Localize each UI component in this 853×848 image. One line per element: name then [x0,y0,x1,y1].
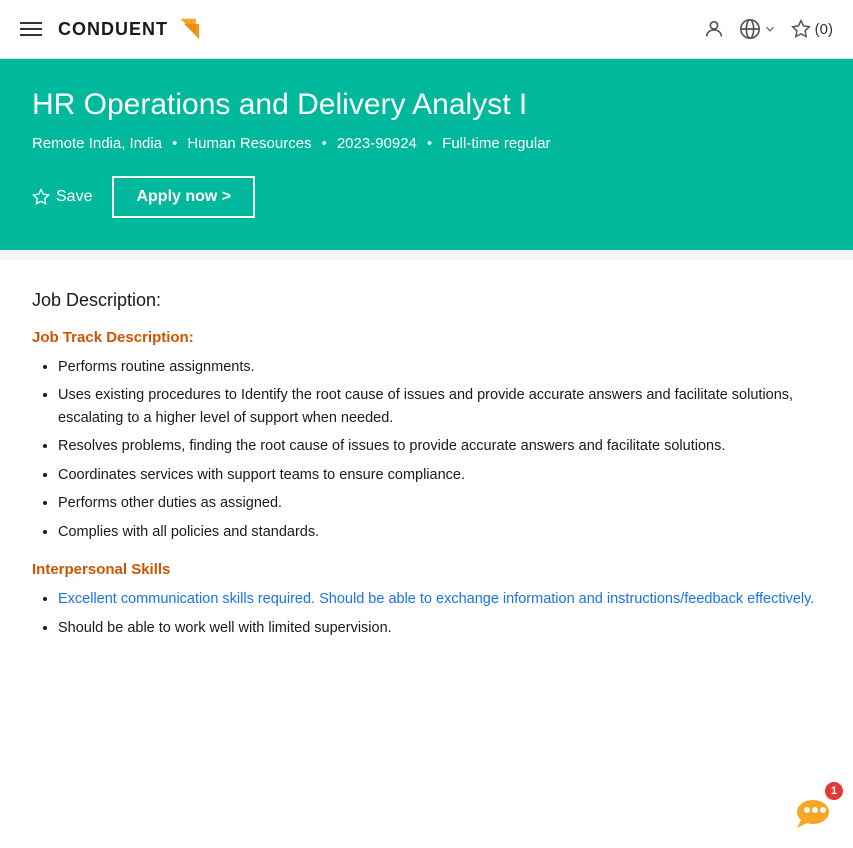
hero-banner: HR Operations and Delivery Analyst I Rem… [0,59,853,250]
notification-badge[interactable]: 1 [787,782,843,838]
logo-icon [172,12,206,46]
job-track-list: Performs routine assignments. Uses exist… [32,356,821,543]
hero-actions: Save Apply now > [32,176,821,218]
list-item: Coordinates services with support teams … [58,464,821,486]
apply-button[interactable]: Apply now > [112,176,255,218]
meta-dot-3: • [427,135,432,152]
list-item: Performs other duties as assigned. [58,492,821,514]
job-track-heading: Job Track Description: [32,329,821,346]
job-type: Full-time regular [442,135,550,152]
job-title: HR Operations and Delivery Analyst I [32,87,821,123]
job-content: Job Description: Job Track Description: … [0,260,853,687]
logo-text: CONDUENT [58,19,168,40]
meta-dot-1: • [172,135,177,152]
list-item: Excellent communication skills required.… [58,588,821,610]
job-location: Remote India, India [32,135,162,152]
job-description-heading: Job Description: [32,290,821,311]
job-meta: Remote India, India • Human Resources • … [32,135,821,152]
save-button[interactable]: Save [32,188,92,206]
list-item: Uses existing procedures to Identify the… [58,384,821,429]
meta-dot-2: • [322,135,327,152]
header-left: CONDUENT [20,12,206,46]
apply-label: Apply now > [136,188,231,206]
saved-count: (0) [815,21,833,38]
interpersonal-heading: Interpersonal Skills [32,561,821,578]
interpersonal-list: Excellent communication skills required.… [32,588,821,639]
badge-count: 1 [825,782,843,800]
saved-jobs[interactable]: (0) [791,19,833,39]
header-right: (0) [703,18,833,40]
logo[interactable]: CONDUENT [58,12,206,46]
hamburger-menu[interactable] [20,22,42,36]
list-item: Resolves problems, finding the root caus… [58,435,821,457]
section-divider [0,250,853,260]
save-label: Save [56,188,92,206]
user-icon[interactable] [703,18,725,40]
list-item: Complies with all policies and standards… [58,521,821,543]
site-header: CONDUENT [0,0,853,59]
job-department: Human Resources [187,135,311,152]
interpersonal-item-1: Excellent communication skills required.… [58,591,814,607]
job-id: 2023-90924 [337,135,417,152]
list-item: Performs routine assignments. [58,356,821,378]
language-selector[interactable] [739,18,777,40]
list-item: Should be able to work well with limited… [58,617,821,639]
